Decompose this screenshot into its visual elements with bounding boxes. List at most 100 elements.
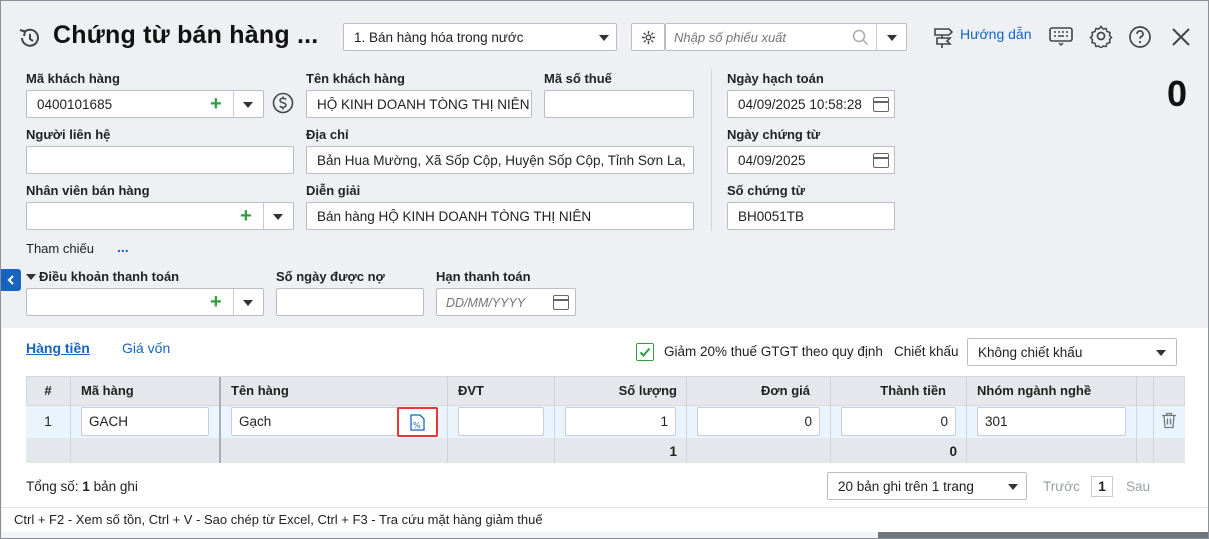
add-salesperson-icon[interactable]: + (240, 206, 252, 226)
unit-price-cell[interactable]: 0 (697, 407, 820, 436)
item-code-cell[interactable]: GACH (81, 407, 209, 436)
expand-caret-icon[interactable] (26, 274, 36, 280)
chevron-down-icon[interactable] (243, 102, 253, 108)
history-icon[interactable] (17, 25, 43, 51)
settings-gear-icon[interactable] (1089, 24, 1113, 48)
discount-value: Không chiết khấu (978, 345, 1083, 360)
customer-name-field[interactable]: HỘ KINH DOANH TÒNG THỊ NIÊN (306, 90, 532, 118)
customer-name-value: HỘ KINH DOANH TÒNG THỊ NIÊN (317, 97, 529, 112)
col-header-amount[interactable]: Thành tiền (833, 377, 946, 404)
divider (554, 377, 555, 463)
chevron-down-icon[interactable] (243, 300, 253, 306)
add-customer-icon[interactable]: + (210, 94, 222, 114)
divider (876, 24, 877, 50)
amount-cell[interactable]: 0 (841, 407, 956, 436)
add-payment-terms-icon[interactable]: + (210, 292, 222, 312)
prev-page-button[interactable]: Trước (1043, 479, 1080, 494)
posting-date-value: 04/09/2025 10:58:28 (738, 97, 862, 112)
col-header-price[interactable]: Đơn giá (689, 377, 810, 404)
voucher-date-field[interactable]: 04/09/2025 (727, 146, 895, 174)
checkmark-icon (639, 347, 651, 357)
tax-code-label: Mã số thuế (544, 71, 612, 86)
col-header-qty[interactable]: Số lượng (557, 377, 677, 404)
voucher-no-field[interactable]: BH0051TB (727, 202, 895, 230)
customer-code-field[interactable]: 0400101685 + (26, 90, 264, 118)
divider (1153, 377, 1154, 463)
reference-more-link[interactable]: ... (117, 239, 129, 255)
chevron-down-icon[interactable] (273, 214, 283, 220)
col-header-unit[interactable]: ĐVT (458, 377, 484, 404)
voucher-window: Chứng từ bán hàng ... 1. Bán hàng hóa tr… (0, 0, 1209, 539)
divider (219, 377, 221, 463)
divider (1136, 377, 1137, 463)
keyboard-icon[interactable] (1049, 26, 1073, 46)
total-amount: 0 (1166, 73, 1187, 114)
due-date-input[interactable] (446, 294, 546, 311)
calendar-icon[interactable] (553, 295, 569, 310)
calendar-icon[interactable] (873, 153, 889, 168)
due-date-field[interactable] (436, 288, 576, 316)
industry-group-cell[interactable]: 301 (977, 407, 1126, 436)
tax-code-field[interactable] (544, 90, 694, 118)
record-count-value: 1 (82, 479, 90, 494)
section-divider (711, 69, 712, 231)
signpost-icon[interactable] (931, 25, 955, 49)
col-header-no[interactable]: # (26, 377, 70, 404)
divider (830, 377, 831, 463)
discount-select[interactable]: Không chiết khấu (967, 338, 1177, 366)
dollar-circle-icon[interactable] (272, 92, 294, 114)
horizontal-scrollbar[interactable] (2, 532, 878, 538)
help-link[interactable]: Hướng dẫn (960, 26, 1031, 42)
unit-cell[interactable] (458, 407, 544, 436)
description-label: Diễn giải (306, 183, 361, 198)
credit-days-field[interactable] (276, 288, 424, 316)
calendar-icon[interactable] (873, 97, 889, 112)
search-input[interactable] (674, 28, 844, 46)
posting-date-field[interactable]: 04/09/2025 10:58:28 (727, 90, 895, 118)
divider (233, 289, 234, 315)
next-page-button[interactable]: Sau (1126, 479, 1150, 494)
scrollbar-thumb[interactable] (878, 532, 1208, 538)
tax-reduction-lookup-button[interactable]: % (397, 407, 438, 437)
chevron-down-icon[interactable] (887, 35, 897, 41)
divider (966, 377, 967, 463)
col-header-name[interactable]: Tên hàng (231, 377, 289, 404)
vat-reduction-label: Giảm 20% thuế GTGT theo quy định (664, 344, 883, 359)
voucher-date-value: 04/09/2025 (738, 153, 806, 168)
chevron-down-icon (1008, 484, 1018, 490)
page-size-value: 20 bản ghi trên 1 trang (838, 479, 974, 494)
divider (70, 377, 71, 463)
description-field[interactable]: Bán hàng HỘ KINH DOANH TÒNG THỊ NIÊN (306, 202, 694, 230)
customer-code-value: 0400101685 (37, 97, 113, 112)
doc-type-select[interactable]: 1. Bán hàng hóa trong nước (343, 23, 617, 51)
address-field[interactable]: Bản Hua Mường, Xã Sốp Cộp, Huyện Sốp Cộp… (306, 146, 694, 174)
col-header-code[interactable]: Mã hàng (81, 377, 134, 404)
doc-type-value: 1. Bán hàng hóa trong nước (354, 30, 524, 45)
voucher-search[interactable] (665, 23, 907, 51)
page-size-select[interactable]: 20 bản ghi trên 1 trang (827, 472, 1027, 500)
record-count-prefix: Tổng số: (26, 479, 79, 494)
gear-small-icon (641, 30, 656, 45)
percent-document-icon: % (410, 414, 425, 431)
search-icon[interactable] (852, 29, 869, 46)
quantity-cell[interactable]: 1 (565, 407, 676, 436)
salesperson-field[interactable]: + (26, 202, 294, 230)
collapse-panel-button[interactable] (1, 269, 21, 291)
tab-cost[interactable]: Giá vốn (122, 340, 170, 356)
salesperson-label: Nhân viên bán hàng (26, 183, 150, 198)
vat-reduction-checkbox[interactable] (636, 343, 654, 361)
trash-icon[interactable] (1161, 412, 1177, 429)
close-icon[interactable] (1171, 27, 1191, 47)
payment-terms-field[interactable]: + (26, 288, 264, 316)
col-header-industry[interactable]: Nhóm ngành nghề (977, 377, 1091, 404)
tab-goods[interactable]: Hàng tiền (26, 340, 90, 356)
help-circle-icon[interactable] (1128, 25, 1152, 49)
posting-date-label: Ngày hạch toán (727, 71, 824, 86)
divider (447, 377, 448, 463)
voucher-no-label: Số chứng từ (727, 183, 806, 198)
search-settings-button[interactable] (631, 23, 665, 51)
contact-field[interactable] (26, 146, 294, 174)
current-page[interactable]: 1 (1091, 476, 1113, 497)
divider (263, 203, 264, 229)
record-count-suffix: bản ghi (93, 479, 138, 494)
